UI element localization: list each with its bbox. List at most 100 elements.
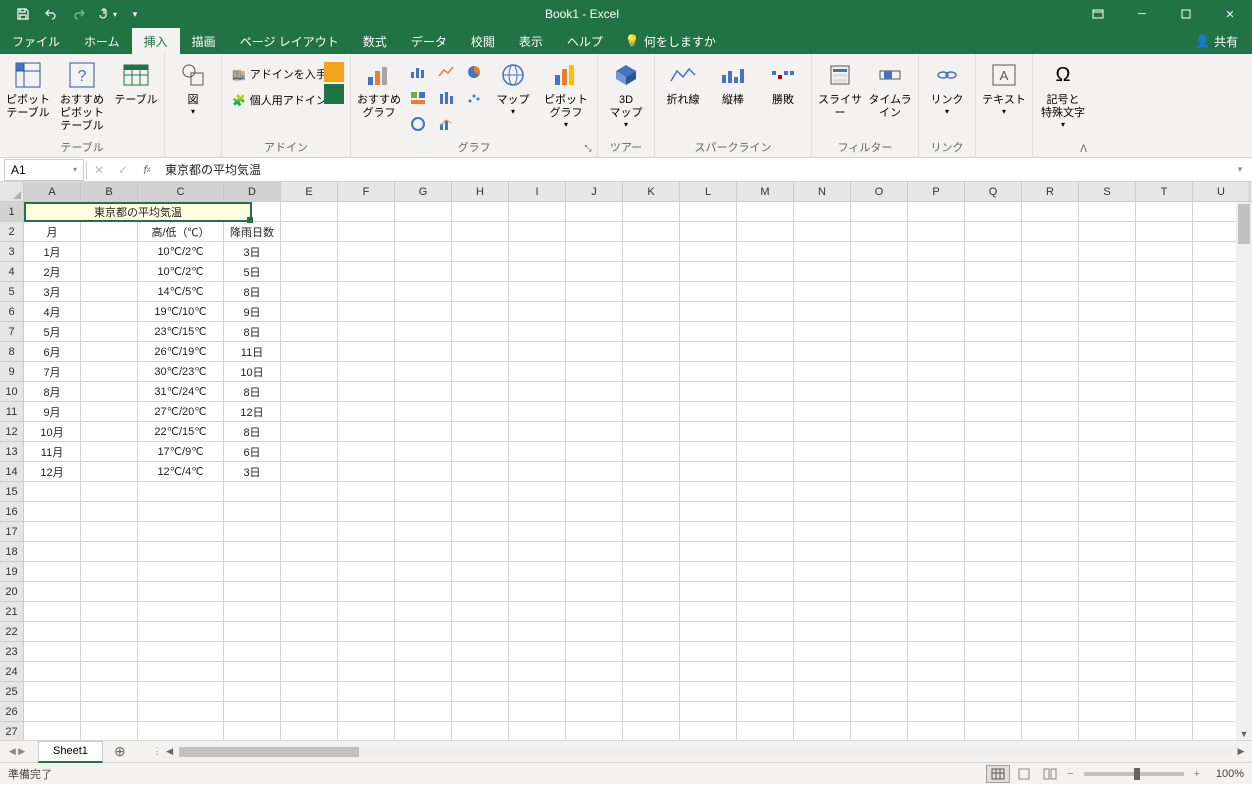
zoom-slider[interactable] bbox=[1084, 772, 1184, 776]
cell-T2[interactable] bbox=[1136, 222, 1193, 242]
cell-D9[interactable]: 10日 bbox=[224, 362, 281, 382]
cell-O4[interactable] bbox=[851, 262, 908, 282]
cell-S13[interactable] bbox=[1079, 442, 1136, 462]
cell-I15[interactable] bbox=[509, 482, 566, 502]
tab-help[interactable]: ヘルプ bbox=[555, 28, 615, 54]
cell-I18[interactable] bbox=[509, 542, 566, 562]
cell-M10[interactable] bbox=[737, 382, 794, 402]
cell-O5[interactable] bbox=[851, 282, 908, 302]
column-header-M[interactable]: M bbox=[737, 182, 794, 201]
cell-L10[interactable] bbox=[680, 382, 737, 402]
row-header-19[interactable]: 19 bbox=[0, 562, 23, 582]
cell-Q26[interactable] bbox=[965, 702, 1022, 722]
cell-D11[interactable]: 12日 bbox=[224, 402, 281, 422]
cell-R2[interactable] bbox=[1022, 222, 1079, 242]
cell-C7[interactable]: 23℃/15℃ bbox=[138, 322, 224, 342]
cell-L23[interactable] bbox=[680, 642, 737, 662]
cell-A11[interactable]: 9月 bbox=[24, 402, 81, 422]
cell-R21[interactable] bbox=[1022, 602, 1079, 622]
column-header-D[interactable]: D bbox=[224, 182, 281, 201]
cell-O20[interactable] bbox=[851, 582, 908, 602]
horizontal-scrollbar[interactable]: ◀ ▶ bbox=[163, 745, 1248, 759]
cell-N14[interactable] bbox=[794, 462, 851, 482]
cell-R16[interactable] bbox=[1022, 502, 1079, 522]
cell-Q11[interactable] bbox=[965, 402, 1022, 422]
cell-R1[interactable] bbox=[1022, 202, 1079, 222]
cell-K22[interactable] bbox=[623, 622, 680, 642]
column-header-C[interactable]: C bbox=[138, 182, 224, 201]
cell-F8[interactable] bbox=[338, 342, 395, 362]
cell-N9[interactable] bbox=[794, 362, 851, 382]
cell-K26[interactable] bbox=[623, 702, 680, 722]
slicer-button[interactable]: スライサー bbox=[816, 56, 864, 122]
cell-L22[interactable] bbox=[680, 622, 737, 642]
cell-P22[interactable] bbox=[908, 622, 965, 642]
cell-G17[interactable] bbox=[395, 522, 452, 542]
cell-O27[interactable] bbox=[851, 722, 908, 740]
cell-F18[interactable] bbox=[338, 542, 395, 562]
cell-J14[interactable] bbox=[566, 462, 623, 482]
cell-I6[interactable] bbox=[509, 302, 566, 322]
cell-B24[interactable] bbox=[81, 662, 138, 682]
zoom-in-icon[interactable]: + bbox=[1194, 768, 1200, 780]
row-header-15[interactable]: 15 bbox=[0, 482, 23, 502]
cell-J18[interactable] bbox=[566, 542, 623, 562]
cell-M8[interactable] bbox=[737, 342, 794, 362]
cell-M17[interactable] bbox=[737, 522, 794, 542]
cell-P12[interactable] bbox=[908, 422, 965, 442]
cell-N22[interactable] bbox=[794, 622, 851, 642]
statistic-chart-icon[interactable] bbox=[433, 86, 459, 110]
cell-L27[interactable] bbox=[680, 722, 737, 740]
cell-B21[interactable] bbox=[81, 602, 138, 622]
cell-N25[interactable] bbox=[794, 682, 851, 702]
cell-A9[interactable]: 7月 bbox=[24, 362, 81, 382]
cell-Q15[interactable] bbox=[965, 482, 1022, 502]
cell-E16[interactable] bbox=[281, 502, 338, 522]
cell-G24[interactable] bbox=[395, 662, 452, 682]
row-header-12[interactable]: 12 bbox=[0, 422, 23, 442]
row-header-27[interactable]: 27 bbox=[0, 722, 23, 740]
cell-J7[interactable] bbox=[566, 322, 623, 342]
cell-F9[interactable] bbox=[338, 362, 395, 382]
cell-F14[interactable] bbox=[338, 462, 395, 482]
cell-M12[interactable] bbox=[737, 422, 794, 442]
cell-R20[interactable] bbox=[1022, 582, 1079, 602]
maps-button[interactable]: マップ▾ bbox=[489, 56, 537, 119]
cell-S7[interactable] bbox=[1079, 322, 1136, 342]
cell-M1[interactable] bbox=[737, 202, 794, 222]
cell-A5[interactable]: 3月 bbox=[24, 282, 81, 302]
cell-K20[interactable] bbox=[623, 582, 680, 602]
cell-O19[interactable] bbox=[851, 562, 908, 582]
cell-P13[interactable] bbox=[908, 442, 965, 462]
cell-J11[interactable] bbox=[566, 402, 623, 422]
cell-B15[interactable] bbox=[81, 482, 138, 502]
undo-icon[interactable] bbox=[38, 1, 64, 27]
cell-B2[interactable] bbox=[81, 222, 138, 242]
cell-C23[interactable] bbox=[138, 642, 224, 662]
normal-view-icon[interactable] bbox=[986, 765, 1010, 783]
cell-B3[interactable] bbox=[81, 242, 138, 262]
cell-A12[interactable]: 10月 bbox=[24, 422, 81, 442]
column-header-N[interactable]: N bbox=[794, 182, 851, 201]
cell-D27[interactable] bbox=[224, 722, 281, 740]
cell-H23[interactable] bbox=[452, 642, 509, 662]
cell-O18[interactable] bbox=[851, 542, 908, 562]
cell-O6[interactable] bbox=[851, 302, 908, 322]
cell-R3[interactable] bbox=[1022, 242, 1079, 262]
tab-data[interactable]: データ bbox=[399, 28, 459, 54]
cell-C20[interactable] bbox=[138, 582, 224, 602]
cell-G16[interactable] bbox=[395, 502, 452, 522]
cell-D23[interactable] bbox=[224, 642, 281, 662]
cell-A24[interactable] bbox=[24, 662, 81, 682]
cell-P23[interactable] bbox=[908, 642, 965, 662]
cell-K23[interactable] bbox=[623, 642, 680, 662]
cell-G22[interactable] bbox=[395, 622, 452, 642]
cell-A20[interactable] bbox=[24, 582, 81, 602]
cell-J21[interactable] bbox=[566, 602, 623, 622]
cell-A19[interactable] bbox=[24, 562, 81, 582]
cell-C27[interactable] bbox=[138, 722, 224, 740]
cell-Q27[interactable] bbox=[965, 722, 1022, 740]
cell-P11[interactable] bbox=[908, 402, 965, 422]
cell-A4[interactable]: 2月 bbox=[24, 262, 81, 282]
cell-B10[interactable] bbox=[81, 382, 138, 402]
